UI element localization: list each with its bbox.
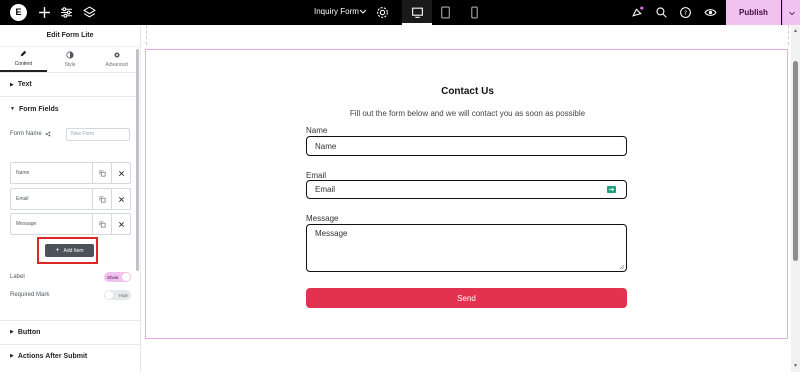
section-form-fields[interactable]: ▼ Form Fields [0,97,140,121]
settings-sliders-icon[interactable] [59,5,74,20]
required-mark-toggle-row: Required Mark Hide [10,289,131,301]
name-label: Name [306,126,328,135]
svg-text:?: ? [684,9,687,17]
form-name-label: Form Name [10,131,42,137]
gear-icon [114,52,120,58]
copy-icon [99,170,105,176]
remove-button[interactable] [111,189,130,209]
form-name-input[interactable]: New Form [66,127,130,141]
chevron-down-icon [788,11,795,15]
remove-button[interactable] [111,214,130,234]
copy-icon [99,221,105,227]
repeater-item-name[interactable]: Name [10,162,131,184]
section-text[interactable]: ▶ Text [0,73,140,97]
add-item-highlight: + Add Item [37,237,98,264]
caret-right-icon: ▶ [10,81,14,88]
tablet-icon[interactable] [438,5,453,20]
close-icon [118,170,124,176]
publish-button[interactable]: Publish [726,0,781,25]
caret-down-icon: ▼ [10,106,15,112]
tab-content[interactable]: Content [0,47,47,72]
editor-panel: Edit Form Lite Content Style Advanced ▶ … [0,25,141,372]
name-field[interactable]: Name [306,136,627,156]
close-icon [118,196,124,202]
panel-tabs: Content Style Advanced [0,47,140,73]
remove-button[interactable] [111,163,130,183]
dynamic-tags-icon[interactable] [45,131,51,137]
form-subtitle: Fill out the form below and we will cont… [349,109,586,118]
form-name-row: Form Name New Form [0,125,140,143]
form-widget[interactable]: Contact Us Fill out the form below and w… [145,49,788,339]
scroll-down-icon[interactable]: ▼ [793,363,798,369]
form-title: Contact Us [441,86,494,97]
panel-title: Edit Form Lite [0,25,140,47]
message-textarea[interactable]: Message [306,224,627,272]
required-mark-toggle[interactable]: Hide [104,290,131,300]
resize-grip-icon[interactable] [619,264,624,269]
tab-style[interactable]: Style [47,47,94,72]
preview-canvas: Contact Us Fill out the form below and w… [141,25,791,372]
page-scrollbar[interactable]: ▲ ▼ [791,25,800,372]
section-actions-after-submit[interactable]: ▶ Actions After Submit [0,344,140,367]
page-settings-icon[interactable] [375,5,390,20]
search-icon[interactable] [654,5,669,20]
pencil-icon [20,50,27,57]
duplicate-button[interactable] [92,189,111,209]
layers-icon[interactable] [82,5,97,20]
duplicate-button[interactable] [92,163,111,183]
caret-right-icon: ▶ [10,329,14,335]
label-toggle-row: Label Show [10,271,131,283]
autofill-icon[interactable] [607,186,616,193]
send-button[interactable]: Send [306,288,627,308]
caret-right-icon: ▶ [10,353,14,359]
notifications-icon[interactable] [630,5,645,20]
help-icon[interactable]: ? [678,5,693,20]
section-button[interactable]: ▶ Button [0,320,140,343]
tab-advanced[interactable]: Advanced [93,47,140,72]
repeater-item-message[interactable]: Message [10,213,131,235]
section-outline [146,25,789,45]
plus-icon: + [55,247,60,254]
elementor-logo-button[interactable]: E [10,4,27,21]
panel-scrollbar[interactable] [136,49,139,271]
chevron-down-icon[interactable] [358,6,368,16]
contrast-icon [66,51,74,59]
scroll-up-icon[interactable]: ▲ [793,28,798,34]
duplicate-button[interactable] [92,214,111,234]
preview-eye-icon[interactable] [703,5,718,20]
label-toggle[interactable]: Show [104,272,131,282]
close-icon [118,221,124,227]
repeater-item-email[interactable]: Email [10,188,131,210]
mobile-icon[interactable] [467,5,482,20]
page-title-dropdown[interactable]: Inquiry Form [314,7,359,16]
desktop-icon[interactable] [410,5,425,20]
add-icon[interactable] [37,5,52,20]
email-label: Email [306,171,327,180]
scrollbar-thumb[interactable] [793,61,798,261]
email-field[interactable]: Email [306,180,627,199]
copy-icon [99,196,105,202]
top-bar: E Inquiry Form ? Publish [0,0,800,25]
message-label: Message [306,214,339,223]
add-item-button[interactable]: + Add Item [45,244,94,257]
publish-options-button[interactable] [782,0,800,25]
